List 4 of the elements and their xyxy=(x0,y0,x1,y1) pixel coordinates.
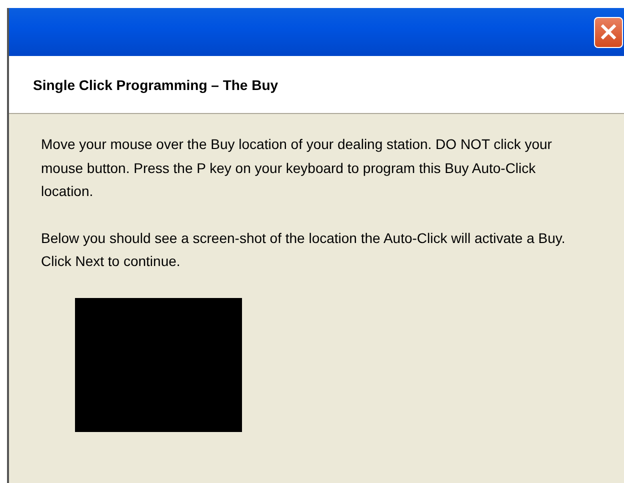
instruction-text: Below you should see a screen-shot of the location the Auto-Click will activate a Buy. Click Next to continue. xyxy=(41,228,566,271)
close-button[interactable]: × xyxy=(594,16,623,48)
instruction-text: Move your mouse over the Buy location of your dealing station. DO NOT click your mouse button. Press the P key on your keyboard to program this Buy Auto-Click location. xyxy=(41,135,553,201)
dialog-title: Single Click Programming – The Buy xyxy=(33,76,278,92)
